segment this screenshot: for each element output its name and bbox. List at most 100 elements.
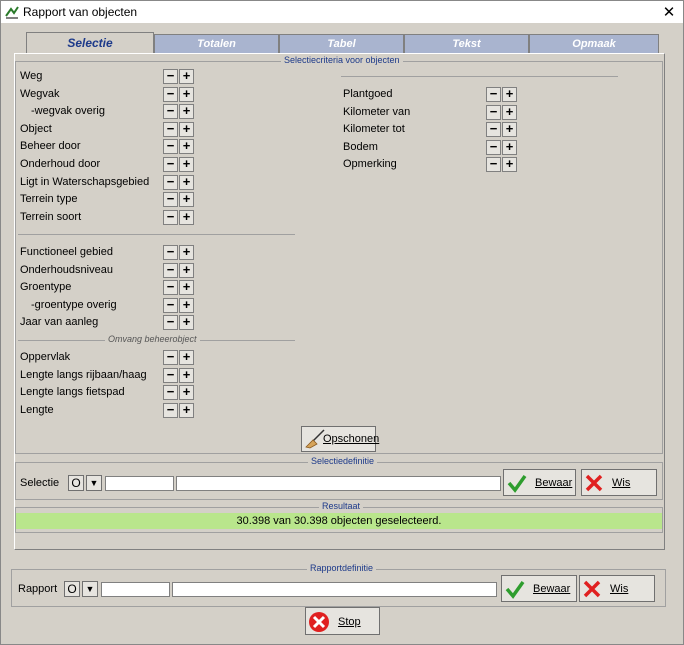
close-icon[interactable]: ✕ [661,3,677,21]
minus-button-terrein-soort[interactable]: − [163,209,178,225]
selectie-bewaar-label: Bewaar [535,477,573,489]
criterion-label-functioneel-gebied: Functioneel gebied [20,246,113,258]
cross-icon [583,580,601,598]
app-icon [5,6,19,19]
minus-button-lengte[interactable]: − [163,402,178,418]
criterion-label-wegvak-overig: -wegvak overig [31,105,105,118]
plus-button-onderhoud-door[interactable]: + [179,157,194,172]
selectie-code-input[interactable] [105,476,174,491]
selectie-dropdown-button[interactable]: ▼ [86,475,102,491]
minus-button-kilometer-van[interactable]: − [486,104,501,120]
minus-button-groentype[interactable]: − [163,280,178,296]
minus-button-oppervlak[interactable]: − [163,350,178,365]
criterion-label-kilometer-van: Kilometer van [343,105,411,118]
minus-button-object[interactable]: − [163,121,178,137]
selectie-bewaar-button[interactable]: Bewaar [503,469,576,496]
selectie-open-button[interactable]: O [68,475,84,491]
divider [18,234,295,235]
plus-button-bodem[interactable]: + [502,139,517,155]
criterion-label-kilometer-tot: Kilometer tot [343,123,405,136]
plus-button-lengte[interactable]: + [179,402,194,418]
stop-icon [309,612,329,632]
plus-button-plantgoed[interactable]: + [502,87,517,102]
plus-button-groentype-overig[interactable]: + [179,297,194,313]
criterion-label-plantgoed: Plantgoed [343,88,393,100]
minus-button-onderhoud-door[interactable]: − [163,157,178,172]
plus-button-lengte-langs-fietspad[interactable]: + [179,385,194,401]
criteria-group-title: Selectiecriteria voor objecten [281,55,403,65]
criterion-label-lengte: Lengte [20,403,54,416]
rapport-dropdown-button[interactable]: ▼ [82,581,98,597]
criterion-label-onderhoud-door: Onderhoud door [20,158,101,170]
minus-button-terrein-type[interactable]: − [163,192,178,208]
plus-button-oppervlak[interactable]: + [179,350,194,365]
selectie-name-input[interactable] [176,476,501,491]
tab-tekst[interactable]: Tekst [404,34,529,53]
omvang-title: Omvang beheerobject [105,334,200,344]
minus-button-opmerking[interactable]: − [486,157,501,173]
minus-button-functioneel-gebied[interactable]: − [163,245,178,260]
minus-button-kilometer-tot[interactable]: − [486,122,501,138]
minus-button-plantgoed[interactable]: − [486,87,501,102]
stop-button[interactable]: Stop [305,607,380,635]
minus-button-beheer-door[interactable]: − [163,139,178,155]
minus-button-wegvak-overig[interactable]: − [163,104,178,120]
cross-icon [585,474,603,492]
minus-button-lengte-langs-fietspad[interactable]: − [163,385,178,401]
tab-tabel[interactable]: Tabel [279,34,404,53]
rapport-wis-button[interactable]: Wis [579,575,655,602]
plus-button-weg[interactable]: + [179,69,194,84]
plus-button-wegvak[interactable]: + [179,86,194,102]
check-icon [507,474,527,493]
selectiedefinitie-title: Selectiedefinitie [308,456,378,466]
rapport-wis-label: Wis [610,583,629,595]
minus-button-weg[interactable]: − [163,69,178,84]
report-window: Rapport van objecten ✕ Selectie Totalen … [0,0,684,645]
rapport-code-input[interactable] [101,582,170,597]
minus-button-lengte-langs-rijbaan-haag[interactable]: − [163,367,178,383]
selectie-wis-button[interactable]: Wis [581,469,657,496]
window-title: Rapport van objecten [23,5,138,19]
title-bar: Rapport van objecten ✕ [1,1,683,23]
criterion-label-lengte-langs-rijbaan-haag: Lengte langs rijbaan/haag [20,368,147,381]
tab-selectie[interactable]: Selectie [26,32,154,54]
opschonen-label: Opschonen [323,433,380,445]
plus-button-opmerking[interactable]: + [502,157,517,173]
minus-button-jaar-van-aanleg[interactable]: − [163,315,178,331]
plus-button-terrein-soort[interactable]: + [179,209,194,225]
plus-button-terrein-type[interactable]: + [179,192,194,208]
plus-button-wegvak-overig[interactable]: + [179,104,194,120]
rapportdefinitie-title: Rapportdefinitie [307,563,377,573]
check-icon [505,580,525,599]
criterion-label-oppervlak: Oppervlak [20,351,71,363]
minus-button-groentype-overig[interactable]: − [163,297,178,313]
plus-button-functioneel-gebied[interactable]: + [179,245,194,260]
plus-button-groentype[interactable]: + [179,280,194,296]
minus-button-onderhoudsniveau[interactable]: − [163,262,178,278]
criterion-label-opmerking: Opmerking [343,158,397,171]
criterion-label-terrein-type: Terrein type [20,193,78,206]
rapport-name-input[interactable] [172,582,497,597]
plus-button-kilometer-tot[interactable]: + [502,122,517,138]
criterion-label-jaar-van-aanleg: Jaar van aanleg [20,316,99,329]
opschonen-button[interactable]: Opschonen [301,426,380,452]
minus-button-bodem[interactable]: − [486,139,501,155]
criterion-label-lengte-langs-fietspad: Lengte langs fietspad [20,386,125,399]
plus-button-kilometer-van[interactable]: + [502,104,517,120]
criterion-label-bodem: Bodem [343,140,378,153]
rapport-bewaar-button[interactable]: Bewaar [501,575,577,602]
plus-button-lengte-langs-rijbaan-haag[interactable]: + [179,367,194,383]
criterion-label-object: Object [20,122,52,135]
stop-label: Stop [338,616,361,628]
tab-totalen[interactable]: Totalen [154,34,279,53]
plus-button-ligt-in-waterschapsgebied[interactable]: + [179,174,194,190]
minus-button-ligt-in-waterschapsgebied[interactable]: − [163,174,178,190]
plus-button-onderhoudsniveau[interactable]: + [179,262,194,278]
plus-button-object[interactable]: + [179,121,194,137]
minus-button-wegvak[interactable]: − [163,86,178,102]
plus-button-jaar-van-aanleg[interactable]: + [179,315,194,331]
divider [341,76,618,77]
tab-opmaak[interactable]: Opmaak [529,34,659,53]
plus-button-beheer-door[interactable]: + [179,139,194,155]
rapport-open-button[interactable]: O [64,581,80,597]
